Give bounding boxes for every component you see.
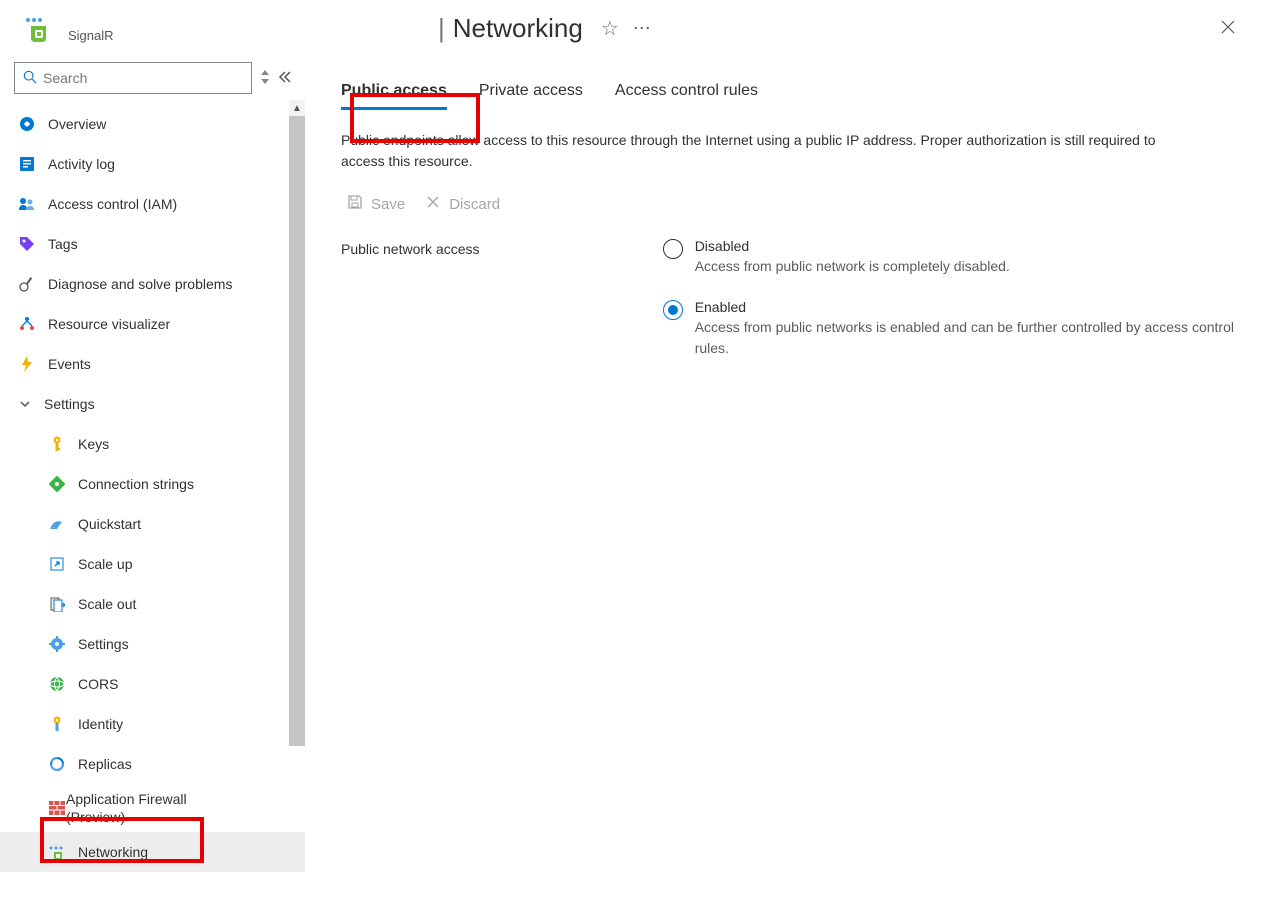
sort-icon[interactable] — [260, 70, 270, 87]
radio-group-public-network-access: Disabled Access from public network is c… — [641, 238, 1234, 359]
discard-button[interactable]: Discard — [425, 194, 500, 214]
sidebar-item-label: Replicas — [78, 756, 132, 772]
tab-description: Public endpoints allow access to this re… — [341, 130, 1201, 172]
sidebar-item-label: Scale up — [78, 556, 132, 572]
activity-log-icon — [18, 155, 36, 173]
tab-label: Public access — [341, 82, 447, 99]
sidebar-group-settings[interactable]: Settings — [0, 384, 305, 424]
gear-icon — [48, 635, 66, 653]
replicas-icon — [48, 755, 66, 773]
radio-icon — [663, 239, 683, 259]
sidebar: ▲ Overview Activity log Access control (… — [0, 56, 305, 909]
favorite-star-icon[interactable]: ☆ — [601, 16, 619, 41]
radio-option-enabled[interactable]: Enabled Access from public networks is e… — [663, 299, 1234, 359]
quickstart-icon — [48, 515, 66, 533]
radio-description: Access from public network is completely… — [695, 256, 1010, 277]
sidebar-item-label: Access control (IAM) — [48, 196, 177, 212]
main-content: Public access Private access Access cont… — [305, 56, 1264, 909]
page-title: |Networking — [438, 13, 583, 44]
search-icon — [23, 70, 37, 87]
events-icon — [18, 355, 36, 373]
identity-icon — [48, 715, 66, 733]
sidebar-item-resource-visualizer[interactable]: Resource visualizer — [0, 304, 305, 344]
sidebar-item-label: Scale out — [78, 596, 136, 612]
networking-icon — [48, 843, 66, 861]
sidebar-item-diagnose[interactable]: Diagnose and solve problems — [0, 264, 305, 304]
sidebar-item-replicas[interactable]: Replicas — [0, 744, 305, 784]
radio-title: Enabled — [695, 299, 1234, 315]
sidebar-item-networking[interactable]: Networking — [0, 832, 305, 872]
service-type-label: SignalR — [68, 28, 114, 43]
diagnose-icon — [18, 275, 36, 293]
search-input[interactable] — [43, 70, 243, 86]
keys-icon — [48, 435, 66, 453]
sidebar-item-label: Quickstart — [78, 516, 141, 532]
sidebar-group-label: Settings — [44, 396, 95, 412]
cors-icon — [48, 675, 66, 693]
tab-bar: Public access Private access Access cont… — [341, 70, 1234, 110]
tags-icon — [18, 235, 36, 253]
tab-private-access[interactable]: Private access — [479, 76, 583, 110]
sidebar-item-activity-log[interactable]: Activity log — [0, 144, 305, 184]
button-label: Discard — [449, 196, 500, 213]
close-icon[interactable] — [1220, 18, 1236, 41]
sidebar-item-keys[interactable]: Keys — [0, 424, 305, 464]
scale-out-icon — [48, 595, 66, 613]
save-button[interactable]: Save — [347, 194, 405, 214]
tab-public-access[interactable]: Public access — [341, 76, 447, 110]
sidebar-item-overview[interactable]: Overview — [0, 104, 305, 144]
radio-option-disabled[interactable]: Disabled Access from public network is c… — [663, 238, 1234, 277]
radio-icon — [663, 300, 683, 320]
sidebar-item-identity[interactable]: Identity — [0, 704, 305, 744]
sidebar-item-scale-up[interactable]: Scale up — [0, 544, 305, 584]
firewall-icon — [48, 799, 66, 817]
page-title-text: Networking — [453, 13, 583, 44]
sidebar-item-label: Overview — [48, 116, 106, 132]
tab-label: Private access — [479, 82, 583, 99]
sidebar-item-label: Networking — [78, 844, 148, 860]
sidebar-item-cors[interactable]: CORS — [0, 664, 305, 704]
connection-strings-icon — [48, 475, 66, 493]
sidebar-item-label: Keys — [78, 436, 109, 452]
toolbar: Save Discard — [347, 194, 1234, 214]
sidebar-item-label: Events — [48, 356, 91, 372]
iam-icon — [18, 195, 36, 213]
sidebar-item-label: Diagnose and solve problems — [48, 276, 232, 292]
sidebar-item-label: Resource visualizer — [48, 316, 170, 332]
radio-description: Access from public networks is enabled a… — [695, 317, 1234, 359]
button-label: Save — [371, 196, 405, 213]
sidebar-item-quickstart[interactable]: Quickstart — [0, 504, 305, 544]
sidebar-item-label: Settings — [78, 636, 129, 652]
tab-label: Access control rules — [615, 82, 758, 99]
scale-up-icon — [48, 555, 66, 573]
sidebar-item-label: CORS — [78, 676, 118, 692]
more-actions-icon[interactable]: ⋯ — [633, 18, 653, 39]
sidebar-item-app-firewall[interactable]: Application Firewall (Preview) — [0, 784, 305, 832]
sidebar-search[interactable] — [14, 62, 252, 94]
sidebar-scrollbar-thumb[interactable] — [289, 116, 305, 746]
sidebar-item-scale-out[interactable]: Scale out — [0, 584, 305, 624]
page-header: SignalR |Networking ☆ ⋯ — [0, 0, 1264, 56]
sidebar-item-label: Identity — [78, 716, 123, 732]
scrollbar-up-arrow[interactable]: ▲ — [289, 100, 305, 116]
sidebar-item-events[interactable]: Events — [0, 344, 305, 384]
sidebar-item-connection-strings[interactable]: Connection strings — [0, 464, 305, 504]
service-icon — [20, 10, 56, 46]
form-label-public-network-access: Public network access — [341, 238, 601, 257]
overview-icon — [18, 115, 36, 133]
save-icon — [347, 194, 363, 214]
sidebar-item-label: Activity log — [48, 156, 115, 172]
resource-visualizer-icon — [18, 315, 36, 333]
sidebar-item-tags[interactable]: Tags — [0, 224, 305, 264]
collapse-sidebar-icon[interactable] — [278, 70, 296, 87]
discard-icon — [425, 194, 441, 214]
chevron-down-icon — [18, 398, 32, 410]
sidebar-item-label: Application Firewall (Preview) — [66, 790, 236, 826]
radio-title: Disabled — [695, 238, 1010, 254]
sidebar-item-label: Tags — [48, 236, 78, 252]
sidebar-item-label: Connection strings — [78, 476, 194, 492]
tab-access-control-rules[interactable]: Access control rules — [615, 76, 758, 110]
sidebar-item-settings[interactable]: Settings — [0, 624, 305, 664]
sidebar-item-iam[interactable]: Access control (IAM) — [0, 184, 305, 224]
